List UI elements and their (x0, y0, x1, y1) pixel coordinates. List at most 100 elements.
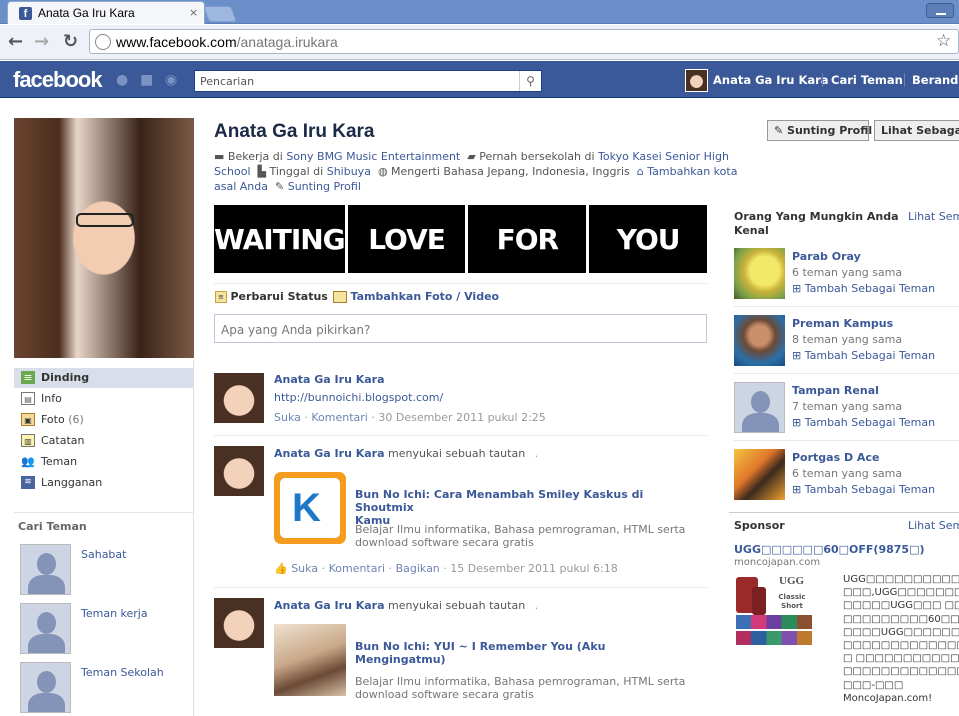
header-user-name[interactable]: Anata Ga Iru Kara (713, 73, 829, 87)
author-name[interactable]: Anata Ga Iru Kara (274, 447, 385, 460)
nav-notes[interactable]: ▥ Catatan (14, 431, 193, 451)
find-friends-avatar[interactable] (20, 603, 71, 654)
ad-domain[interactable]: moncojapan.com (734, 557, 820, 568)
header-home-link[interactable]: Beranda (912, 73, 959, 87)
ad-title[interactable]: UGG□□□□□□60□OFF(9875□) (734, 543, 925, 556)
pymk-see-all-link[interactable]: Lihat Semua (908, 210, 959, 223)
nav-subscriptions[interactable]: ≋ Langganan (14, 473, 193, 493)
link-title[interactable]: Bun No Ichi: Cara Menambah Smiley Kaskus… (355, 488, 695, 527)
status-input[interactable]: Apa yang Anda pikirkan? (214, 314, 707, 343)
header-find-friends-link[interactable]: Cari Teman (831, 73, 903, 87)
notifications-globe-icon[interactable]: ◉ (165, 72, 181, 88)
timestamp[interactable]: 30 Desember 2011 pukul 2:25 (378, 411, 545, 424)
back-arrow-icon[interactable]: ← (8, 31, 23, 52)
nav-friends[interactable]: 👥 Teman (14, 452, 193, 472)
tab-close-icon[interactable]: × (189, 6, 198, 19)
strip-photo[interactable]: YOU (589, 205, 707, 273)
yui-thumbnail[interactable] (274, 624, 346, 696)
nav-photos[interactable]: ▣ Foto (6) (14, 410, 193, 430)
window-minimize-button[interactable] (926, 3, 954, 18)
add-hometown-link[interactable]: Tambahkan kota (647, 165, 737, 178)
work-link[interactable]: Sony BMG Music Entertainment (286, 150, 460, 163)
comment-link[interactable]: Komentari (311, 411, 367, 424)
find-friends-avatar[interactable] (20, 662, 71, 713)
friend-requests-icon[interactable]: ● (116, 72, 132, 88)
ugg-model: Classic Short (778, 593, 806, 610)
link-desc-line: download software secara gratis (355, 688, 534, 701)
comment-link[interactable]: Komentari (329, 562, 385, 575)
add-friend-link[interactable]: ⊞ Tambah Sebagai Teman (792, 483, 935, 496)
story-avatar[interactable] (214, 598, 264, 648)
divider (214, 435, 707, 436)
glasses-shape (76, 213, 134, 227)
pymk-name[interactable]: Portgas D Ace (792, 451, 879, 464)
kaskus-thumbnail[interactable]: K (274, 472, 346, 544)
search-icon[interactable]: ⚲ (519, 71, 541, 91)
add-friend-link[interactable]: ⊞ Tambah Sebagai Teman (792, 416, 935, 429)
pymk-name[interactable]: Preman Kampus (792, 317, 893, 330)
pymk-mutual[interactable]: 8 teman yang sama (792, 333, 902, 346)
author-name[interactable]: Anata Ga Iru Kara (274, 599, 385, 612)
ad-line: □□□□□□□□□60□□ (843, 613, 959, 625)
live-link[interactable]: Shibuya (327, 165, 371, 178)
story-meta: Suka · Komentari · 30 Desember 2011 puku… (274, 411, 546, 424)
messages-icon[interactable]: ■ (140, 72, 156, 88)
pymk-avatar[interactable] (734, 315, 785, 366)
story-avatar[interactable] (214, 373, 264, 423)
find-friends-schoolmates[interactable]: Teman Sekolah (81, 666, 164, 679)
new-tab-button[interactable] (203, 6, 237, 22)
edit-profile-link[interactable]: Sunting Profil (288, 180, 361, 193)
ad-image[interactable]: UGG Classic Short (734, 573, 814, 648)
view-as-button[interactable]: Lihat Sebagai... (874, 120, 959, 141)
friends-icon: 👥 (21, 455, 35, 468)
facebook-favicon-icon: f (19, 7, 32, 20)
pymk-mutual[interactable]: 7 teman yang sama (792, 400, 902, 413)
pymk-avatar[interactable] (734, 382, 785, 433)
pymk-name[interactable]: Tampan Renal (792, 384, 879, 397)
update-status-tab[interactable]: ≡ Perbarui Status (215, 290, 328, 303)
browser-tab[interactable]: f Anata Ga Iru Kara × (7, 1, 205, 24)
pymk-avatar[interactable] (734, 449, 785, 500)
find-friends-sahabat[interactable]: Sahabat (81, 548, 126, 561)
story-avatar[interactable] (214, 446, 264, 496)
nav-label: Dinding (41, 371, 90, 384)
like-link[interactable]: Suka (274, 411, 301, 424)
add-friend-link[interactable]: ⊞ Tambah Sebagai Teman (792, 282, 935, 295)
link-title[interactable]: Bun No Ichi: YUI ~ I Remember You (Aku M… (355, 640, 695, 666)
school-link-cont[interactable]: School (214, 165, 251, 178)
story-link[interactable]: http://bunnoichi.blogspot.com/ (274, 391, 443, 404)
share-link[interactable]: Bagikan (396, 562, 440, 575)
find-friends-coworkers[interactable]: Teman kerja (81, 607, 148, 620)
sponsor-see-all-link[interactable]: Lihat Semua (908, 519, 959, 532)
strip-photo[interactable]: WAITING (214, 205, 346, 273)
strip-photo[interactable]: FOR (468, 205, 587, 273)
pymk-name[interactable]: Parab Oray (792, 250, 861, 263)
like-link[interactable]: Suka (291, 562, 318, 575)
pymk-mutual[interactable]: 6 teman yang sama (792, 266, 902, 279)
forward-arrow-icon[interactable]: → (34, 31, 49, 52)
add-friend-icon: ⊞ (792, 282, 802, 295)
add-friend-link[interactable]: ⊞ Tambah Sebagai Teman (792, 349, 935, 362)
header-avatar[interactable] (685, 69, 708, 92)
url-text: www.facebook.com/anataga.irukara (116, 34, 338, 50)
school-link[interactable]: Tokyo Kasei Senior High (598, 150, 729, 163)
pymk-avatar[interactable] (734, 248, 785, 299)
facebook-logo[interactable]: facebook (13, 67, 103, 93)
add-photo-tab[interactable]: Tambahkan Foto / Video (333, 290, 499, 303)
profile-picture[interactable] (14, 118, 194, 358)
timestamp[interactable]: 15 Desember 2011 pukul 6:18 (450, 562, 617, 575)
pymk-mutual[interactable]: 6 teman yang sama (792, 467, 902, 480)
address-bar[interactable]: www.facebook.com/anataga.irukara ☆ (89, 29, 959, 54)
bookmark-star-icon[interactable]: ☆ (936, 31, 951, 51)
edit-profile-button[interactable]: ✎ Sunting Profil (767, 120, 872, 141)
add-hometown-link-cont[interactable]: asal Anda (214, 180, 268, 193)
nav-info[interactable]: ▤ Info (14, 389, 193, 409)
strip-photo[interactable]: LOVE (347, 205, 466, 273)
story-author[interactable]: Anata Ga Iru Kara (274, 373, 385, 386)
nav-wall[interactable]: ≡ Dinding (14, 368, 193, 388)
author-name[interactable]: Anata Ga Iru Kara (274, 373, 385, 386)
story-meta: 👍 Suka · Komentari · Bagikan · 15 Desemb… (274, 562, 618, 575)
find-friends-avatar[interactable] (20, 544, 71, 595)
search-input[interactable]: Pencarian ⚲ (194, 70, 542, 92)
reload-icon[interactable]: ↻ (63, 31, 78, 52)
